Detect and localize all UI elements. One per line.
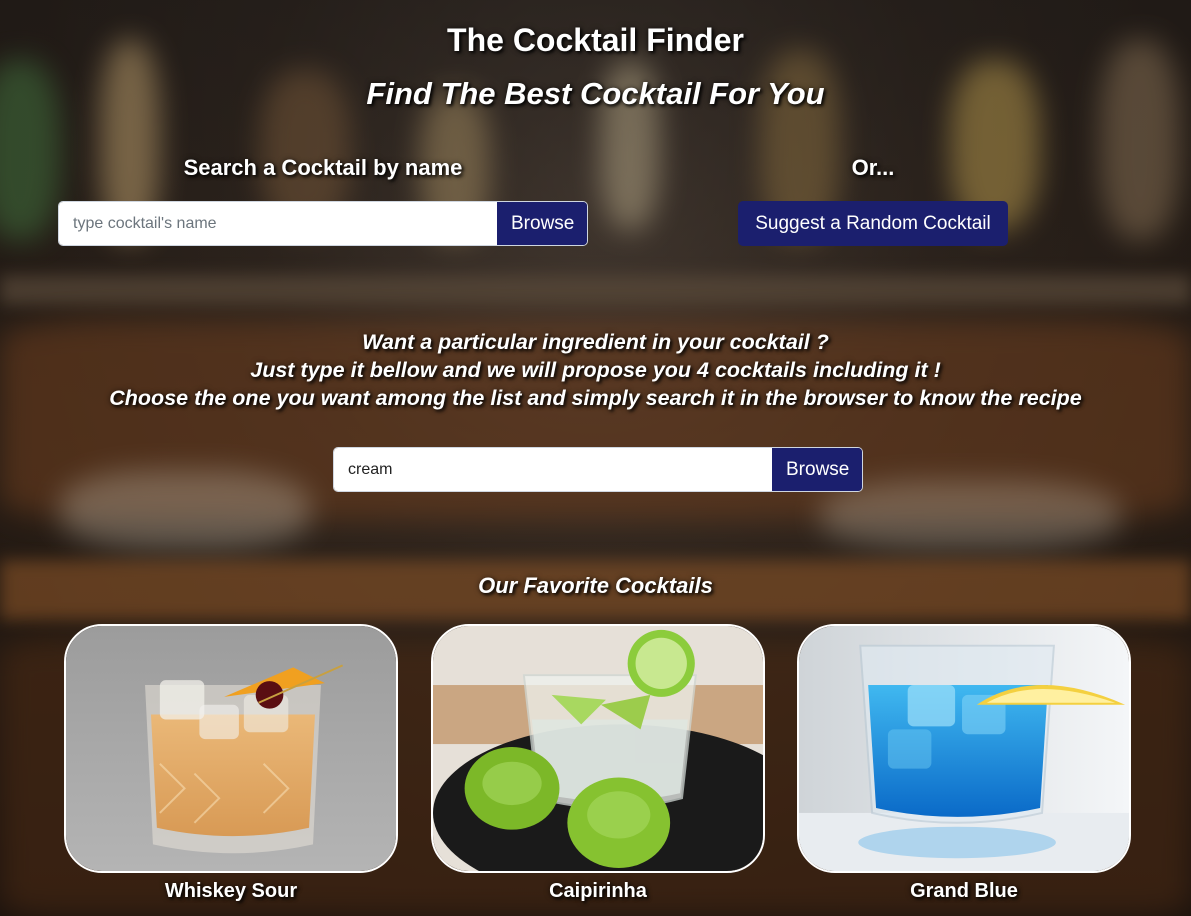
name-browse-button[interactable]: Browse — [497, 202, 587, 245]
whiskey-sour-photo — [66, 626, 396, 871]
page-title: The Cocktail Finder — [447, 22, 744, 58]
ingredient-input[interactable] — [334, 448, 772, 491]
random-cocktail-button[interactable]: Suggest a Random Cocktail — [738, 201, 1008, 246]
favorites-title: Our Favorite Cocktails — [478, 573, 713, 598]
or-label: Or... — [851, 155, 895, 180]
ingredient-instruction-line: Just type it bellow and we will propose … — [250, 358, 941, 382]
ingredient-browse-button[interactable]: Browse — [772, 448, 862, 491]
page-subtitle: Find The Best Cocktail For You — [366, 76, 825, 111]
caipirinha-photo — [433, 626, 763, 871]
name-search-group: Browse — [58, 201, 588, 246]
grand-blue-photo — [799, 626, 1129, 871]
favorite-name: Whiskey Sour — [164, 880, 298, 902]
cocktail-name-input[interactable] — [59, 202, 497, 245]
ingredient-instructions: Want a particular ingredient in your coc… — [0, 328, 1191, 412]
favorite-card-caipirinha[interactable] — [431, 624, 765, 873]
ingredient-search-group: Browse — [333, 447, 863, 492]
name-search-label: Search a Cocktail by name — [183, 155, 463, 180]
favorite-card-grand-blue[interactable] — [797, 624, 1131, 873]
ingredient-instruction-line: Choose the one you want among the list a… — [109, 386, 1082, 410]
favorite-name: Caipirinha — [549, 880, 647, 902]
favorite-card-whiskey-sour[interactable] — [64, 624, 398, 873]
ingredient-instruction-line: Want a particular ingredient in your coc… — [362, 330, 829, 354]
favorite-name: Grand Blue — [910, 880, 1018, 902]
